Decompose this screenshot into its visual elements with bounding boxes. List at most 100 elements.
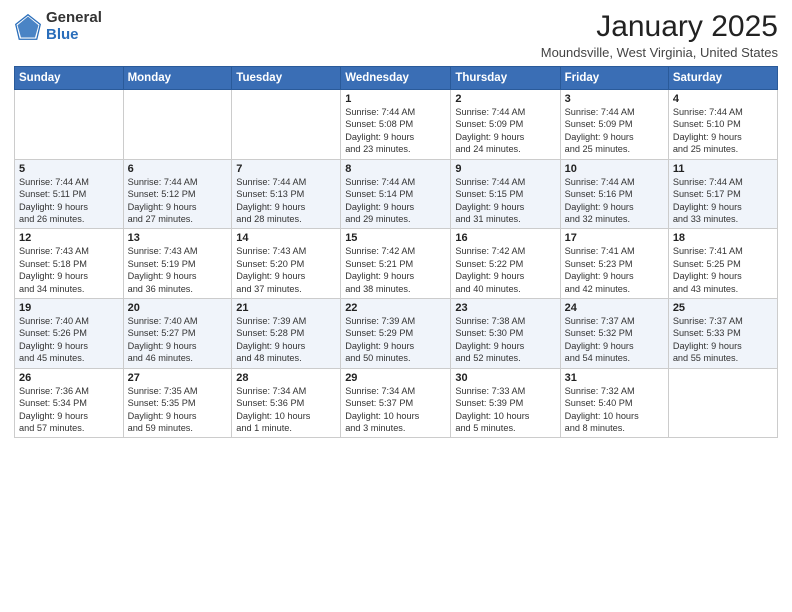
- day-number: 25: [673, 302, 773, 314]
- calendar-cell: 21 Sunrise: 7:39 AM Sunset: 5:28 PM Dayli…: [232, 299, 341, 369]
- day-number: 26: [19, 372, 119, 384]
- day-number: 1: [345, 93, 446, 105]
- day-number: 3: [565, 93, 664, 105]
- day-info: Sunrise: 7:44 AM Sunset: 5:15 PM Dayligh…: [455, 177, 525, 224]
- day-info: Sunrise: 7:44 AM Sunset: 5:13 PM Dayligh…: [236, 177, 306, 224]
- month-title: January 2025: [541, 10, 778, 43]
- day-info: Sunrise: 7:40 AM Sunset: 5:26 PM Dayligh…: [19, 316, 89, 363]
- day-info: Sunrise: 7:41 AM Sunset: 5:23 PM Dayligh…: [565, 246, 635, 293]
- day-number: 5: [19, 163, 119, 175]
- day-number: 30: [455, 372, 555, 384]
- calendar-week-row: 19 Sunrise: 7:40 AM Sunset: 5:26 PM Dayli…: [15, 299, 778, 369]
- calendar-cell: 28 Sunrise: 7:34 AM Sunset: 5:36 PM Dayli…: [232, 368, 341, 438]
- calendar-cell: [668, 368, 777, 438]
- weekday-header-monday: Monday: [123, 67, 232, 90]
- day-info: Sunrise: 7:37 AM Sunset: 5:32 PM Dayligh…: [565, 316, 635, 363]
- day-info: Sunrise: 7:44 AM Sunset: 5:10 PM Dayligh…: [673, 107, 743, 154]
- day-number: 2: [455, 93, 555, 105]
- calendar-cell: 4 Sunrise: 7:44 AM Sunset: 5:10 PM Daylig…: [668, 90, 777, 160]
- calendar-cell: [232, 90, 341, 160]
- calendar-cell: 17 Sunrise: 7:41 AM Sunset: 5:23 PM Dayli…: [560, 229, 668, 299]
- day-info: Sunrise: 7:33 AM Sunset: 5:39 PM Dayligh…: [455, 386, 529, 433]
- calendar-week-row: 1Sunrise: 7:44 AM Sunset: 5:08 PM Daylig…: [15, 90, 778, 160]
- day-info: Sunrise: 7:44 AM Sunset: 5:09 PM Dayligh…: [565, 107, 635, 154]
- day-number: 12: [19, 232, 119, 244]
- day-number: 29: [345, 372, 446, 384]
- day-number: 4: [673, 93, 773, 105]
- day-number: 6: [128, 163, 228, 175]
- day-info: Sunrise: 7:44 AM Sunset: 5:11 PM Dayligh…: [19, 177, 89, 224]
- calendar-cell: 27 Sunrise: 7:35 AM Sunset: 5:35 PM Dayli…: [123, 368, 232, 438]
- day-info: Sunrise: 7:39 AM Sunset: 5:29 PM Dayligh…: [345, 316, 415, 363]
- day-number: 8: [345, 163, 446, 175]
- calendar-cell: 20 Sunrise: 7:40 AM Sunset: 5:27 PM Dayli…: [123, 299, 232, 369]
- day-number: 21: [236, 302, 336, 314]
- day-info: Sunrise: 7:37 AM Sunset: 5:33 PM Dayligh…: [673, 316, 743, 363]
- calendar-cell: 19 Sunrise: 7:40 AM Sunset: 5:26 PM Dayli…: [15, 299, 124, 369]
- day-number: 14: [236, 232, 336, 244]
- calendar-cell: 7 Sunrise: 7:44 AM Sunset: 5:13 PM Daylig…: [232, 159, 341, 229]
- calendar-week-row: 5 Sunrise: 7:44 AM Sunset: 5:11 PM Daylig…: [15, 159, 778, 229]
- day-info: Sunrise: 7:39 AM Sunset: 5:28 PM Dayligh…: [236, 316, 306, 363]
- header: General Blue January 2025 Moundsville, W…: [14, 10, 778, 60]
- day-number: 9: [455, 163, 555, 175]
- day-number: 18: [673, 232, 773, 244]
- day-info: Sunrise: 7:44 AM Sunset: 5:12 PM Dayligh…: [128, 177, 198, 224]
- calendar-cell: 10 Sunrise: 7:44 AM Sunset: 5:16 PM Dayli…: [560, 159, 668, 229]
- weekday-header-thursday: Thursday: [451, 67, 560, 90]
- calendar-cell: 1Sunrise: 7:44 AM Sunset: 5:08 PM Daylig…: [341, 90, 451, 160]
- calendar-cell: 26Sunrise: 7:36 AM Sunset: 5:34 PM Dayli…: [15, 368, 124, 438]
- day-info: Sunrise: 7:40 AM Sunset: 5:27 PM Dayligh…: [128, 316, 198, 363]
- day-info: Sunrise: 7:34 AM Sunset: 5:36 PM Dayligh…: [236, 386, 310, 433]
- calendar-cell: 3 Sunrise: 7:44 AM Sunset: 5:09 PM Daylig…: [560, 90, 668, 160]
- day-info: Sunrise: 7:44 AM Sunset: 5:14 PM Dayligh…: [345, 177, 415, 224]
- calendar-cell: 18 Sunrise: 7:41 AM Sunset: 5:25 PM Dayli…: [668, 229, 777, 299]
- day-number: 10: [565, 163, 664, 175]
- day-number: 28: [236, 372, 336, 384]
- day-number: 31: [565, 372, 664, 384]
- day-number: 7: [236, 163, 336, 175]
- day-info: Sunrise: 7:32 AM Sunset: 5:40 PM Dayligh…: [565, 386, 639, 433]
- day-number: 27: [128, 372, 228, 384]
- calendar-table: SundayMondayTuesdayWednesdayThursdayFrid…: [14, 66, 778, 438]
- calendar-cell: 11Sunrise: 7:44 AM Sunset: 5:17 PM Dayli…: [668, 159, 777, 229]
- weekday-header-sunday: Sunday: [15, 67, 124, 90]
- calendar-cell: 29 Sunrise: 7:34 AM Sunset: 5:37 PM Dayli…: [341, 368, 451, 438]
- day-number: 23: [455, 302, 555, 314]
- day-info: Sunrise: 7:38 AM Sunset: 5:30 PM Dayligh…: [455, 316, 525, 363]
- calendar-cell: 12Sunrise: 7:43 AM Sunset: 5:18 PM Dayli…: [15, 229, 124, 299]
- day-number: 13: [128, 232, 228, 244]
- day-number: 20: [128, 302, 228, 314]
- day-info: Sunrise: 7:43 AM Sunset: 5:20 PM Dayligh…: [236, 246, 306, 293]
- calendar-cell: 13Sunrise: 7:43 AM Sunset: 5:19 PM Dayli…: [123, 229, 232, 299]
- logo-blue-text: Blue: [46, 27, 102, 44]
- day-info: Sunrise: 7:42 AM Sunset: 5:22 PM Dayligh…: [455, 246, 525, 293]
- calendar-cell: 16 Sunrise: 7:42 AM Sunset: 5:22 PM Dayli…: [451, 229, 560, 299]
- day-info: Sunrise: 7:41 AM Sunset: 5:25 PM Dayligh…: [673, 246, 743, 293]
- calendar-cell: [123, 90, 232, 160]
- calendar-cell: 5 Sunrise: 7:44 AM Sunset: 5:11 PM Daylig…: [15, 159, 124, 229]
- day-number: 16: [455, 232, 555, 244]
- day-number: 15: [345, 232, 446, 244]
- day-number: 17: [565, 232, 664, 244]
- calendar-cell: 31 Sunrise: 7:32 AM Sunset: 5:40 PM Dayli…: [560, 368, 668, 438]
- page: General Blue January 2025 Moundsville, W…: [0, 0, 792, 612]
- day-info: Sunrise: 7:44 AM Sunset: 5:09 PM Dayligh…: [455, 107, 525, 154]
- day-info: Sunrise: 7:35 AM Sunset: 5:35 PM Dayligh…: [128, 386, 198, 433]
- calendar-cell: 24Sunrise: 7:37 AM Sunset: 5:32 PM Dayli…: [560, 299, 668, 369]
- day-number: 19: [19, 302, 119, 314]
- calendar-cell: 9 Sunrise: 7:44 AM Sunset: 5:15 PM Daylig…: [451, 159, 560, 229]
- logo-icon: [14, 13, 42, 41]
- day-info: Sunrise: 7:34 AM Sunset: 5:37 PM Dayligh…: [345, 386, 419, 433]
- calendar-cell: 25 Sunrise: 7:37 AM Sunset: 5:33 PM Dayli…: [668, 299, 777, 369]
- day-info: Sunrise: 7:44 AM Sunset: 5:16 PM Dayligh…: [565, 177, 635, 224]
- weekday-header-tuesday: Tuesday: [232, 67, 341, 90]
- calendar-cell: [15, 90, 124, 160]
- calendar-week-row: 12Sunrise: 7:43 AM Sunset: 5:18 PM Dayli…: [15, 229, 778, 299]
- calendar-cell: 8 Sunrise: 7:44 AM Sunset: 5:14 PM Daylig…: [341, 159, 451, 229]
- calendar-cell: 2 Sunrise: 7:44 AM Sunset: 5:09 PM Daylig…: [451, 90, 560, 160]
- calendar-cell: 6 Sunrise: 7:44 AM Sunset: 5:12 PM Daylig…: [123, 159, 232, 229]
- day-info: Sunrise: 7:44 AM Sunset: 5:17 PM Dayligh…: [673, 177, 743, 224]
- calendar-cell: 14 Sunrise: 7:43 AM Sunset: 5:20 PM Dayli…: [232, 229, 341, 299]
- day-number: 22: [345, 302, 446, 314]
